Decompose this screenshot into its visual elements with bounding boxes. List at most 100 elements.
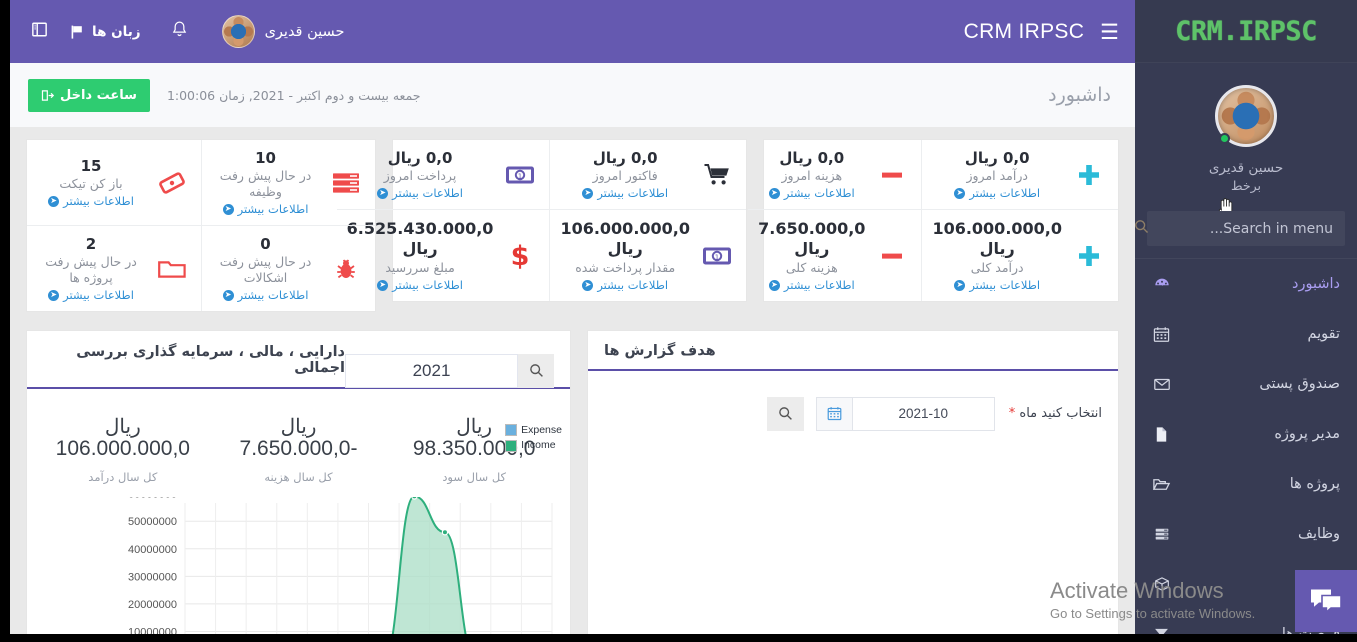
stat-card[interactable]: 0,0 ریال فاکتور امروز اطلاعات بیشتر ➤ bbox=[549, 140, 746, 210]
total-label: کل سال هزینه bbox=[264, 470, 333, 485]
toggle-sidepanel-button[interactable] bbox=[24, 20, 55, 43]
stat-label: در حال پیش رفت اشکالات bbox=[219, 254, 312, 286]
reports-goal-panel: هدف گزارش ها انتخاب کنید ماه * bbox=[587, 329, 1119, 634]
languages-button[interactable]: زبان ها bbox=[55, 24, 155, 40]
sidebar-logo[interactable]: CRM.IRPSC bbox=[1135, 0, 1357, 63]
total-label: کل سال درآمد bbox=[88, 470, 158, 485]
more-info-link[interactable]: اطلاعات بیشتر ➤ bbox=[932, 278, 1062, 293]
legend-entry-expense: Expense bbox=[505, 423, 562, 438]
year-search-button[interactable] bbox=[518, 353, 554, 388]
stat-card[interactable]: 10 در حال پیش رفت وظیفه اطلاعات بیشتر ➤ bbox=[201, 140, 375, 226]
sidebar-item-dashboard[interactable]: داشبورد bbox=[1135, 259, 1357, 309]
more-info-link[interactable]: اطلاعات بیشتر ➤ bbox=[37, 288, 145, 303]
user-menu[interactable]: حسین قدیری bbox=[204, 15, 355, 48]
menu-search-input[interactable] bbox=[1153, 220, 1345, 237]
sidebar-user-name: حسین قدیری bbox=[1208, 160, 1284, 176]
sidebar-item-mailbox[interactable]: صندوق پستی bbox=[1135, 359, 1357, 409]
stat-group-income-expense: 0,0 ریال درآمد امروز اطلاعات بیشتر ➤ 0,0… bbox=[748, 139, 1119, 302]
app-root: CRM.IRPSC حسین قدیری برخط داشبورد bbox=[10, 0, 1357, 634]
dollar-icon: $ bbox=[501, 241, 539, 271]
clock-in-button[interactable]: ساعت داخل bbox=[28, 78, 150, 112]
stat-value: 2 bbox=[85, 234, 97, 253]
sidebar-item-project-manager[interactable]: مدیر پروژه bbox=[1135, 409, 1357, 459]
tasks-icon bbox=[1152, 525, 1171, 543]
minus-icon bbox=[873, 243, 911, 269]
page-header-tools: جمعه بیست و دوم اکتبر - 2021, زمان 1:00:… bbox=[28, 78, 421, 112]
total-income: ریال 106.000.000,0 کل سال درآمد bbox=[35, 416, 211, 485]
calendar-picker-button[interactable] bbox=[815, 396, 852, 431]
legend-entry-income: Income bbox=[505, 438, 562, 453]
stat-label: مقدار پرداخت شده bbox=[575, 259, 676, 275]
sidebar: CRM.IRPSC حسین قدیری برخط داشبورد bbox=[1135, 0, 1357, 634]
stat-card[interactable]: 15 باز کن تیکت اطلاعات بیشتر ➤ bbox=[27, 140, 201, 226]
more-info-label: اطلاعات بیشتر bbox=[597, 186, 669, 201]
more-info-link[interactable]: اطلاعات بیشتر ➤ bbox=[37, 194, 145, 209]
more-info-link[interactable]: اطلاعات بیشتر ➤ bbox=[932, 186, 1062, 201]
sidebar-item-calendar[interactable]: تقویم bbox=[1135, 309, 1357, 359]
y-axis-tick-label: 40000000 bbox=[128, 544, 177, 556]
more-info-link[interactable]: اطلاعات بیشتر ➤ bbox=[560, 278, 690, 293]
languages-label: زبان ها bbox=[92, 23, 141, 40]
chart-data-point bbox=[411, 497, 418, 500]
reports-search-button[interactable] bbox=[766, 396, 804, 431]
chart-legend: Expense Income bbox=[505, 423, 562, 453]
task-list-icon bbox=[327, 170, 365, 196]
plus-icon bbox=[1070, 243, 1108, 269]
clock-in-label: ساعت داخل bbox=[60, 87, 137, 103]
stat-group-tasks-tickets: 10 در حال پیش رفت وظیفه اطلاعات بیشتر ➤ … bbox=[26, 139, 376, 312]
stat-card[interactable]: 106.000.000,0 ریال درآمد کلی اطلاعات بیش… bbox=[921, 209, 1118, 301]
arrow-circle-icon: ➤ bbox=[377, 279, 389, 291]
current-date-time: جمعه بیست و دوم اکتبر - 2021, زمان 1:00:… bbox=[166, 87, 421, 103]
legend-label: Income bbox=[521, 439, 556, 452]
sidebar-item-projects[interactable]: پروژه ها bbox=[1135, 459, 1357, 509]
notifications-button[interactable] bbox=[155, 20, 204, 43]
year-input[interactable] bbox=[345, 353, 518, 388]
search-icon bbox=[778, 407, 792, 421]
folder-open-icon bbox=[1152, 475, 1171, 494]
sidebar-item-label: پروژه ها bbox=[1289, 476, 1340, 492]
top-header-right-group: حسین قدیری زبان ها bbox=[24, 15, 354, 48]
stat-cards-row: 0,0 ریال درآمد امروز اطلاعات بیشتر ➤ 0,0… bbox=[26, 139, 1119, 312]
cart-icon bbox=[698, 162, 736, 188]
legend-swatch bbox=[505, 424, 518, 437]
stat-value: 0,0 ریال bbox=[964, 149, 1030, 167]
sidebar-item-label: صندوق پستی bbox=[1259, 376, 1340, 392]
stat-card[interactable]: 0,0 ریال هزینه امروز اطلاعات بیشتر ➤ bbox=[748, 140, 922, 210]
required-mark: * bbox=[1008, 406, 1016, 422]
more-info-link[interactable]: اطلاعات بیشتر ➤ bbox=[212, 202, 319, 217]
sidebar-search[interactable] bbox=[1135, 211, 1345, 246]
top-header: ☰ CRM IRPSC حسین قدیری زبان ها bbox=[10, 0, 1135, 63]
stat-card[interactable]: 7.650.000,0 ریال هزینه کلی اطلاعات بیشتر… bbox=[748, 210, 921, 301]
envelope-icon bbox=[1152, 375, 1171, 393]
panel-toggle-icon bbox=[32, 22, 47, 37]
chat-widget-button[interactable] bbox=[1295, 570, 1357, 632]
money-icon: 1 bbox=[501, 165, 539, 185]
stat-label: درآمد کلی bbox=[970, 259, 1024, 275]
dashboard-icon bbox=[1152, 275, 1171, 293]
sidebar-item-tasks[interactable]: وظایف bbox=[1135, 509, 1357, 559]
stat-card[interactable]: 1 106.000.000,0 ریال مقدار پرداخت شده اط… bbox=[549, 209, 746, 301]
hamburger-menu-icon[interactable]: ☰ bbox=[1100, 20, 1119, 44]
chart-totals: ریال 98.350.000,0 کل سال سود ریال -7.650… bbox=[27, 416, 570, 485]
legend-swatch bbox=[505, 439, 518, 452]
more-info-link[interactable]: اطلاعات بیشتر ➤ bbox=[560, 186, 690, 201]
legend-label: Expense bbox=[521, 423, 562, 436]
svg-text:1: 1 bbox=[715, 253, 719, 261]
online-status-dot bbox=[1219, 133, 1230, 144]
flag-icon bbox=[71, 25, 82, 39]
month-input[interactable] bbox=[851, 396, 995, 431]
more-info-label: اطلاعات بیشتر bbox=[783, 277, 855, 292]
bell-icon bbox=[172, 21, 186, 37]
stat-card[interactable]: 0 در حال پیش رفت اشکالات اطلاعات بیشتر ➤ bbox=[201, 225, 375, 311]
stat-card[interactable]: 0,0 ریال درآمد امروز اطلاعات بیشتر ➤ bbox=[921, 140, 1118, 210]
stat-card[interactable]: 2 در حال پیش رفت پروژه ها اطلاعات بیشتر … bbox=[27, 226, 201, 311]
more-info-label: اطلاعات بیشتر bbox=[237, 288, 309, 303]
more-info-link[interactable]: اطلاعات بیشتر ➤ bbox=[758, 278, 865, 293]
svg-text:1: 1 bbox=[518, 172, 522, 180]
chat-bubble-icon bbox=[1311, 589, 1342, 614]
box-icon bbox=[1152, 575, 1171, 593]
sidebar-user-status: برخط bbox=[1231, 178, 1261, 193]
screen-bottom-edge bbox=[0, 634, 1357, 642]
more-info-link[interactable]: اطلاعات بیشتر ➤ bbox=[758, 186, 865, 201]
more-info-link[interactable]: اطلاعات بیشتر ➤ bbox=[212, 288, 319, 303]
